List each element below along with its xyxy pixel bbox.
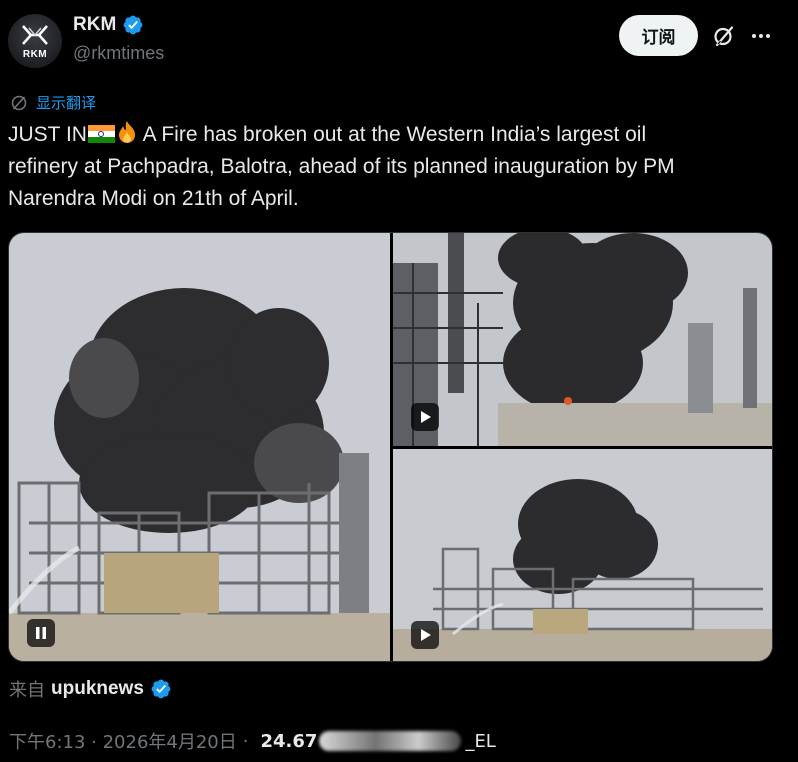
- pause-icon: [36, 627, 46, 639]
- view-count: 24.67: [260, 730, 318, 752]
- source-account-link[interactable]: upuknews: [51, 678, 144, 700]
- meta-separator: ·: [242, 730, 249, 752]
- avatar-text: RKM: [22, 49, 48, 60]
- watermark-tail-text: _EL: [465, 730, 496, 752]
- translate-icon: [11, 95, 27, 110]
- tweet-meta: 下午6:13 · 2026年4月20日 · 24.67 _EL: [9, 728, 496, 754]
- show-translation-link[interactable]: 显示翻译: [10, 92, 96, 113]
- source-prefix: 来自: [9, 680, 45, 701]
- fire-icon: [118, 121, 135, 143]
- verified-badge-icon[interactable]: [122, 14, 144, 36]
- refinery-fire-scene-2: [393, 233, 772, 446]
- timestamp-link[interactable]: 下午6:13 · 2026年4月20日: [9, 728, 237, 754]
- tweet-text-prefix: JUST IN: [8, 123, 87, 146]
- author-avatar[interactable]: RKM: [8, 14, 62, 68]
- tweet-text: JUST IN A Fire has broken out at the Wes…: [8, 119, 788, 215]
- play-icon: [421, 411, 431, 423]
- refinery-fire-scene-1: [9, 233, 390, 661]
- tweet-text-line-1: A Fire has broken out at the Western Ind…: [137, 123, 647, 146]
- refinery-fire-scene-3: [393, 449, 772, 661]
- play-icon: [421, 629, 431, 641]
- watermark-overlay: [319, 731, 462, 751]
- tweet-line-1: JUST IN A Fire has broken out at the Wes…: [8, 119, 788, 151]
- play-button[interactable]: [411, 621, 439, 649]
- video-3[interactable]: [393, 449, 772, 661]
- show-translation-label: 显示翻译: [36, 94, 97, 112]
- tweet-line-2: refinery at Pachpadra, Balotra, ahead of…: [8, 155, 675, 178]
- subscribe-button[interactable]: 订阅: [619, 15, 698, 56]
- rkm-logo-icon: [22, 25, 48, 45]
- author-name-row: RKM: [73, 14, 144, 36]
- more-options-icon[interactable]: [749, 26, 773, 46]
- video-1[interactable]: [9, 233, 390, 661]
- pause-button[interactable]: [27, 619, 55, 647]
- india-flag-icon: [87, 125, 115, 143]
- play-button[interactable]: [411, 403, 439, 431]
- author-handle[interactable]: @rkmtimes: [73, 43, 164, 64]
- verified-badge-icon: [151, 679, 171, 699]
- source-attribution: 来自 upuknews: [9, 676, 172, 702]
- media-grid: [8, 232, 773, 662]
- video-2[interactable]: [393, 233, 772, 446]
- grok-icon[interactable]: [712, 24, 736, 48]
- author-display-name[interactable]: RKM: [73, 14, 116, 36]
- tweet-line-3: Narendra Modi on 21th of April.: [8, 187, 299, 210]
